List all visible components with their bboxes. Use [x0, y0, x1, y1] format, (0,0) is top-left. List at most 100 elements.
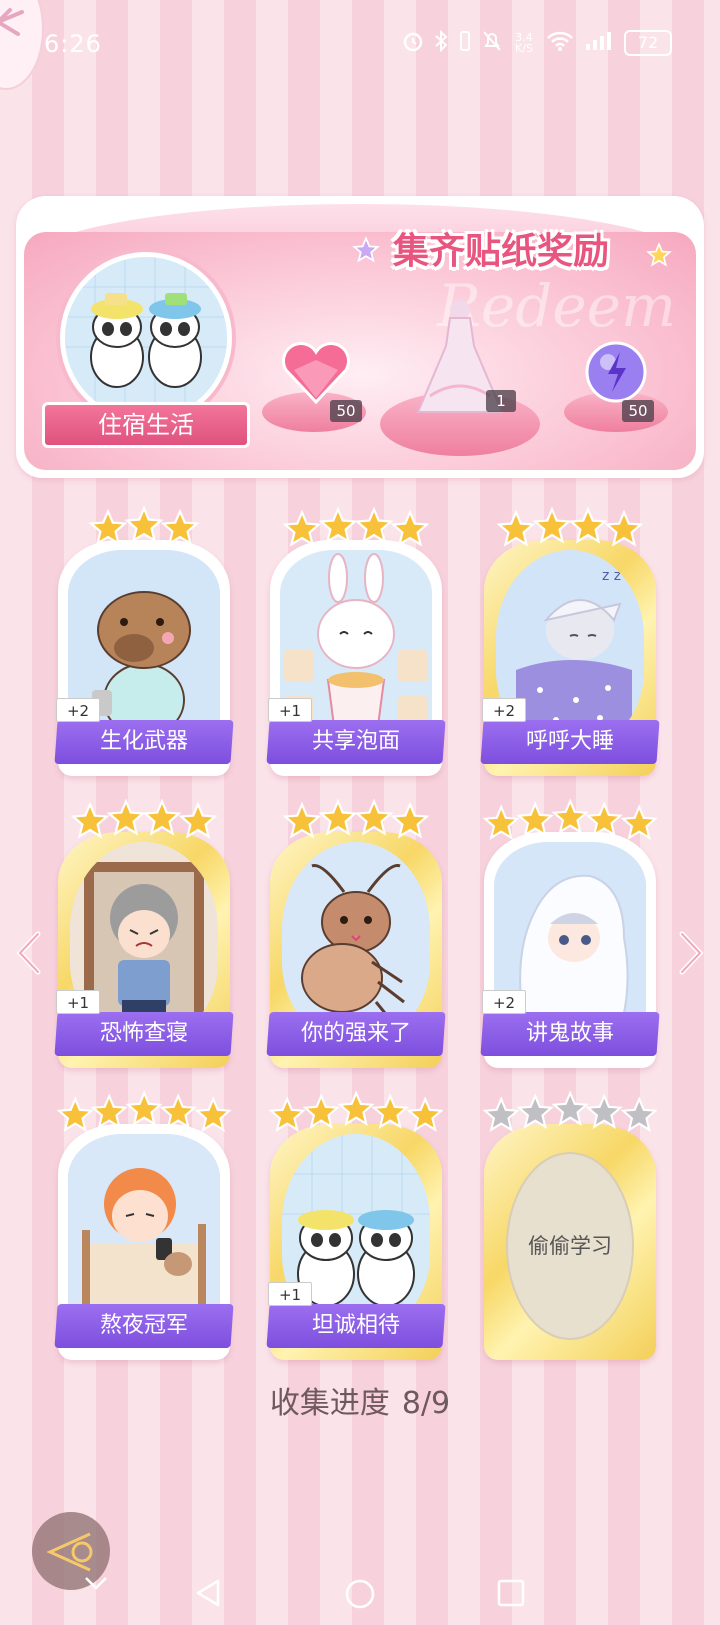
star-icon: [605, 510, 643, 547]
star-icon: [355, 799, 393, 836]
system-nav-bar: [0, 1560, 720, 1625]
chevron-down-icon[interactable]: [84, 1574, 108, 1598]
reward-energy-orb[interactable]: 50: [564, 336, 684, 456]
card-label-bar: 呼呼大睡: [480, 720, 660, 764]
app-logo-icon[interactable]: [0, 0, 42, 88]
star-icon: [391, 510, 429, 547]
star-icon: [337, 1090, 375, 1126]
star-icon: [161, 509, 199, 546]
star-icon: [533, 507, 571, 544]
star-icon: [71, 802, 109, 839]
status-icons: 3.4 K/S 72: [402, 29, 672, 56]
reward-dress[interactable]: 1: [380, 296, 540, 466]
star-icon: [497, 510, 535, 547]
pandas-illustration: [65, 257, 227, 419]
star-rating: [484, 506, 656, 550]
theme-label: 住宿生活: [42, 402, 250, 448]
star-icon: [406, 1096, 444, 1132]
star-icon: [569, 507, 607, 544]
star-icon: [194, 1096, 232, 1132]
star-rating: [268, 1090, 444, 1134]
reward-heart-gem[interactable]: 50: [252, 336, 372, 456]
sticker-card[interactable]: 你的强来了: [266, 798, 446, 1068]
star-icon: [551, 798, 589, 834]
star-rating: [482, 1090, 658, 1134]
star-icon: [551, 1090, 589, 1126]
star-icon: [89, 509, 127, 546]
card-label-bar: 讲鬼故事: [480, 1012, 660, 1056]
star-icon: [620, 804, 658, 840]
net-speed: 3.4 K/S: [512, 32, 536, 54]
card-label: 你的强来了: [300, 1021, 411, 1046]
progress-label: 收集进度: [269, 1386, 390, 1421]
progress-value: 8/9: [401, 1386, 451, 1421]
card-label-bar: 你的强来了: [266, 1012, 446, 1056]
card-label: 共享泡面: [311, 729, 400, 754]
svg-text:z z: z z: [602, 568, 621, 584]
sticker-card[interactable]: z z 呼呼大睡 +2: [480, 506, 660, 776]
star-icon: [319, 799, 357, 836]
heart-gem-icon: [282, 342, 350, 405]
card-label-bar: 生化武器: [54, 720, 234, 764]
recents-square-icon[interactable]: [496, 1578, 526, 1612]
duplicate-count-badge: +1: [268, 698, 312, 722]
card-label: 讲鬼故事: [525, 1021, 614, 1046]
star-icon: [56, 1096, 94, 1132]
next-page-arrow-icon[interactable]: [678, 930, 706, 980]
star-icon: [482, 804, 520, 840]
star-icon: [586, 801, 623, 837]
star-icon: [355, 507, 393, 544]
star-icon: [586, 1093, 623, 1129]
back-triangle-icon[interactable]: [194, 1578, 222, 1612]
card-label: 坦诚相待: [311, 1313, 400, 1338]
reward-count: 50: [622, 400, 654, 422]
clock: 6:26: [44, 30, 102, 58]
sticker-card[interactable]: 恐怖查寝 +1: [54, 798, 234, 1068]
card-label-bar: 恐怖查寝: [54, 1012, 234, 1056]
star-icon: [319, 507, 357, 544]
sticker-card[interactable]: 讲鬼故事 +2: [480, 798, 660, 1068]
sticker-card[interactable]: 熬夜冠军: [54, 1090, 234, 1360]
duplicate-count-badge: +2: [56, 698, 100, 722]
star-icon: [283, 802, 321, 839]
alarm-icon: [402, 30, 424, 56]
sticker-card[interactable]: 共享泡面 +1: [266, 506, 446, 776]
star-icon: [372, 1093, 409, 1129]
duplicate-count-badge: +2: [482, 698, 526, 722]
bluetooth-icon: [434, 29, 448, 56]
star-icon: [125, 506, 163, 543]
duplicate-count-badge: +2: [482, 990, 526, 1014]
theme-art: [60, 252, 232, 424]
vibrate-icon: [458, 30, 472, 56]
star-icon: [517, 801, 554, 837]
star-icon: [482, 1096, 520, 1132]
prev-page-arrow-icon[interactable]: [14, 930, 42, 980]
sticker-card[interactable]: 偷偷学习: [482, 1090, 658, 1360]
star-icon: [91, 1093, 128, 1129]
star-icon: [125, 1090, 163, 1126]
sticker-card[interactable]: 坦诚相待 +1: [266, 1090, 446, 1360]
sticker-card[interactable]: 生化武器 +2: [54, 506, 234, 776]
energy-orb-icon: [585, 341, 647, 403]
star-rating: [58, 506, 230, 550]
star-icon: [620, 1096, 658, 1132]
card-label: 呼呼大睡: [525, 729, 614, 754]
card-label-bar: 熬夜冠军: [54, 1304, 234, 1348]
net-speed-unit: K/S: [515, 42, 533, 55]
gold-star-icon: [646, 242, 672, 272]
battery-indicator: 72: [624, 30, 672, 56]
duplicate-count-badge: +1: [56, 990, 100, 1014]
card-label: 生化武器: [99, 729, 188, 754]
card-label: 偷偷学习: [528, 1234, 612, 1258]
reward-count: 50: [330, 400, 362, 422]
home-circle-icon[interactable]: [344, 1578, 376, 1614]
star-rating: [58, 798, 230, 842]
theme-badge[interactable]: 住宿生活: [42, 252, 250, 464]
star-rating: [482, 798, 658, 842]
star-icon: [107, 799, 145, 836]
duplicate-count-badge: +1: [268, 1282, 312, 1306]
star-icon: [268, 1096, 306, 1132]
star-icon: [303, 1093, 340, 1129]
card-label-bar: 坦诚相待: [266, 1304, 446, 1348]
star-icon: [179, 802, 217, 839]
